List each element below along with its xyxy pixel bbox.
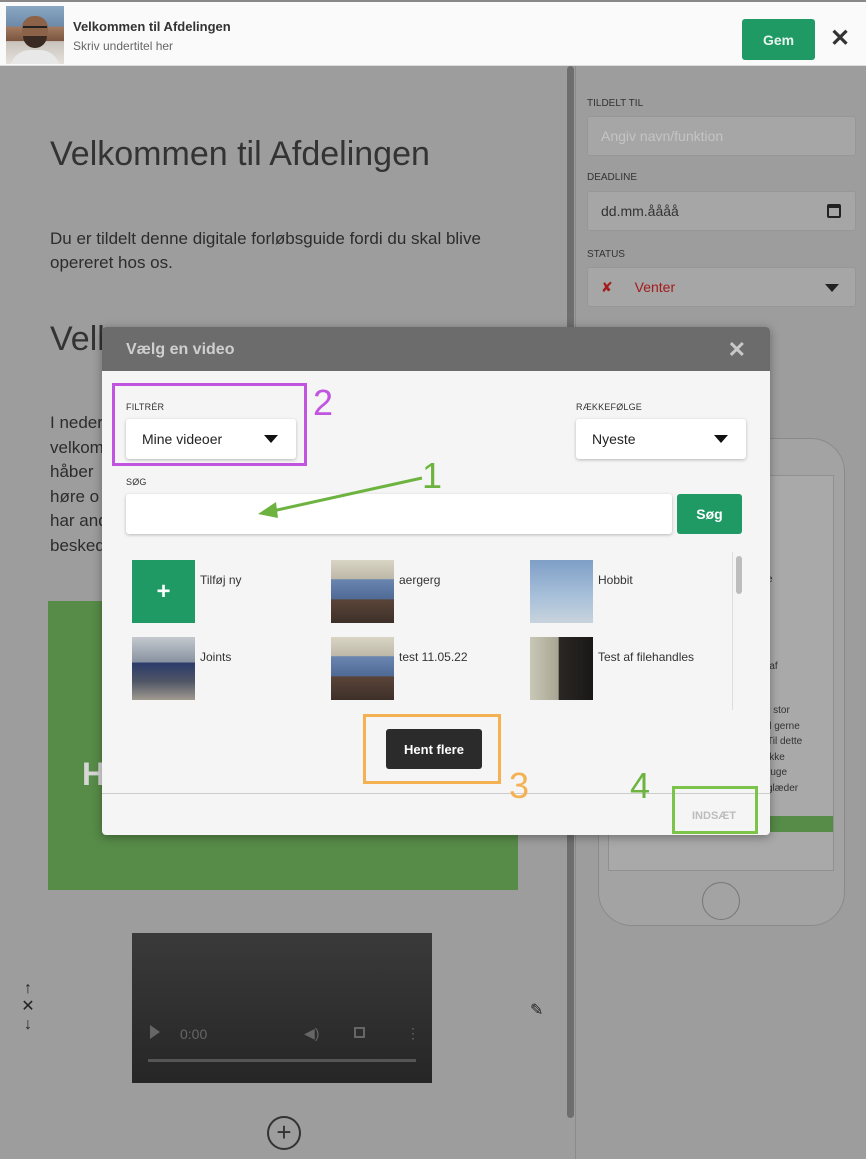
- deadline-label: DEADLINE: [587, 172, 638, 183]
- move-down-icon[interactable]: ↓: [20, 1016, 36, 1034]
- video-label: Joints: [200, 650, 232, 664]
- video-thumbnail[interactable]: [132, 637, 195, 700]
- page-subtitle[interactable]: Skriv undertitel her: [73, 39, 173, 53]
- content-heading-2[interactable]: Vell: [50, 320, 105, 359]
- video-tile[interactable]: Hobbit: [522, 552, 721, 623]
- preview-text: r stor: [767, 705, 790, 716]
- status-x-icon: ✘: [601, 279, 613, 295]
- video-grid: + Tilføj ny aergerg Hobbit Joints test 1…: [124, 552, 730, 710]
- video-label: Hobbit: [598, 573, 633, 587]
- volume-icon[interactable]: ◀): [304, 1025, 319, 1042]
- search-label: SØG: [126, 477, 147, 487]
- top-bar: Velkommen til Afdelingen Skriv undertite…: [0, 0, 866, 66]
- content-intro[interactable]: Du er tildelt denne digitale forløbsguid…: [50, 227, 530, 275]
- avatar: [6, 6, 64, 64]
- annotation-box-filter: [112, 383, 307, 466]
- deadline-field[interactable]: dd.mm.åååå: [587, 191, 856, 231]
- video-thumbnail[interactable]: [530, 560, 593, 623]
- fullscreen-icon[interactable]: [354, 1027, 365, 1038]
- video-tile[interactable]: aergerg: [323, 552, 522, 623]
- chevron-down-icon: [714, 435, 728, 443]
- video-label: Tilføj ny: [200, 573, 242, 587]
- annotation-number-1: 1: [422, 455, 443, 496]
- video-grid-scrollbar[interactable]: [732, 552, 744, 710]
- video-thumbnail[interactable]: [331, 637, 394, 700]
- close-icon[interactable]: ✕: [830, 24, 850, 53]
- dialog-header: Vælg en video ✕: [102, 327, 770, 371]
- edit-pencil-icon[interactable]: ✎: [530, 1000, 543, 1020]
- save-button[interactable]: Gem: [742, 19, 815, 60]
- deadline-value: dd.mm.åååå: [601, 203, 679, 219]
- video-thumbnail[interactable]: [530, 637, 593, 700]
- more-options-icon[interactable]: ⋮: [406, 1025, 420, 1042]
- assigned-field[interactable]: Angiv navn/funktion: [587, 116, 856, 156]
- dialog-title: Vælg en video: [126, 341, 235, 358]
- content-paragraph[interactable]: I neder velkom håber høre o har and besk…: [50, 411, 110, 558]
- video-tile[interactable]: test 11.05.22: [323, 629, 522, 700]
- chevron-down-icon: [825, 284, 839, 292]
- play-icon[interactable]: [150, 1025, 160, 1039]
- page-title[interactable]: Velkommen til Afdelingen: [73, 19, 231, 34]
- preview-text: Til dette: [767, 736, 803, 747]
- annotation-box-insert: [672, 786, 758, 834]
- dialog-footer-divider: [102, 793, 770, 794]
- remove-block-icon[interactable]: ✕: [20, 998, 36, 1016]
- order-value: Nyeste: [592, 431, 636, 447]
- status-select[interactable]: ✘ Venter: [587, 267, 856, 307]
- annotation-number-2: 2: [313, 382, 334, 423]
- add-block-icon[interactable]: +: [267, 1116, 301, 1150]
- annotation-number-3: 3: [509, 765, 530, 806]
- preview-text: il gerne: [767, 721, 800, 732]
- block-controls: ↑ ✕ ↓: [20, 980, 36, 1034]
- calendar-icon[interactable]: [827, 204, 841, 218]
- video-tile[interactable]: Test af filehandles: [522, 629, 721, 700]
- video-progress-bar[interactable]: [148, 1059, 416, 1062]
- video-time: 0:00: [180, 1026, 208, 1042]
- move-up-icon[interactable]: ↑: [20, 980, 36, 998]
- video-label: aergerg: [399, 573, 441, 587]
- plus-icon[interactable]: +: [132, 560, 195, 623]
- annotation-arrow-1: [258, 476, 423, 518]
- order-select[interactable]: Nyeste: [576, 419, 746, 459]
- assigned-label: TILDELT TIL: [587, 98, 644, 109]
- close-icon[interactable]: ✕: [728, 337, 746, 363]
- video-tile[interactable]: Joints: [124, 629, 323, 700]
- video-thumbnail[interactable]: [331, 560, 394, 623]
- status-label: STATUS: [587, 249, 625, 260]
- video-label: Test af filehandles: [598, 650, 695, 664]
- status-value: Venter: [634, 279, 676, 295]
- video-player[interactable]: 0:00 ◀) ⋮: [132, 933, 432, 1083]
- preview-text: glæder: [767, 783, 799, 794]
- preview-text: ruge: [767, 767, 788, 778]
- annotation-number-4: 4: [630, 765, 651, 806]
- video-label: test 11.05.22: [399, 650, 468, 664]
- annotation-box-load-more: [363, 714, 501, 784]
- content-heading[interactable]: Velkommen til Afdelingen: [50, 135, 430, 174]
- order-label: RÆKKEFØLGE: [576, 402, 643, 412]
- add-video-tile[interactable]: + Tilføj ny: [124, 552, 323, 623]
- search-button[interactable]: Søg: [677, 494, 742, 534]
- phone-home-button: [702, 882, 740, 920]
